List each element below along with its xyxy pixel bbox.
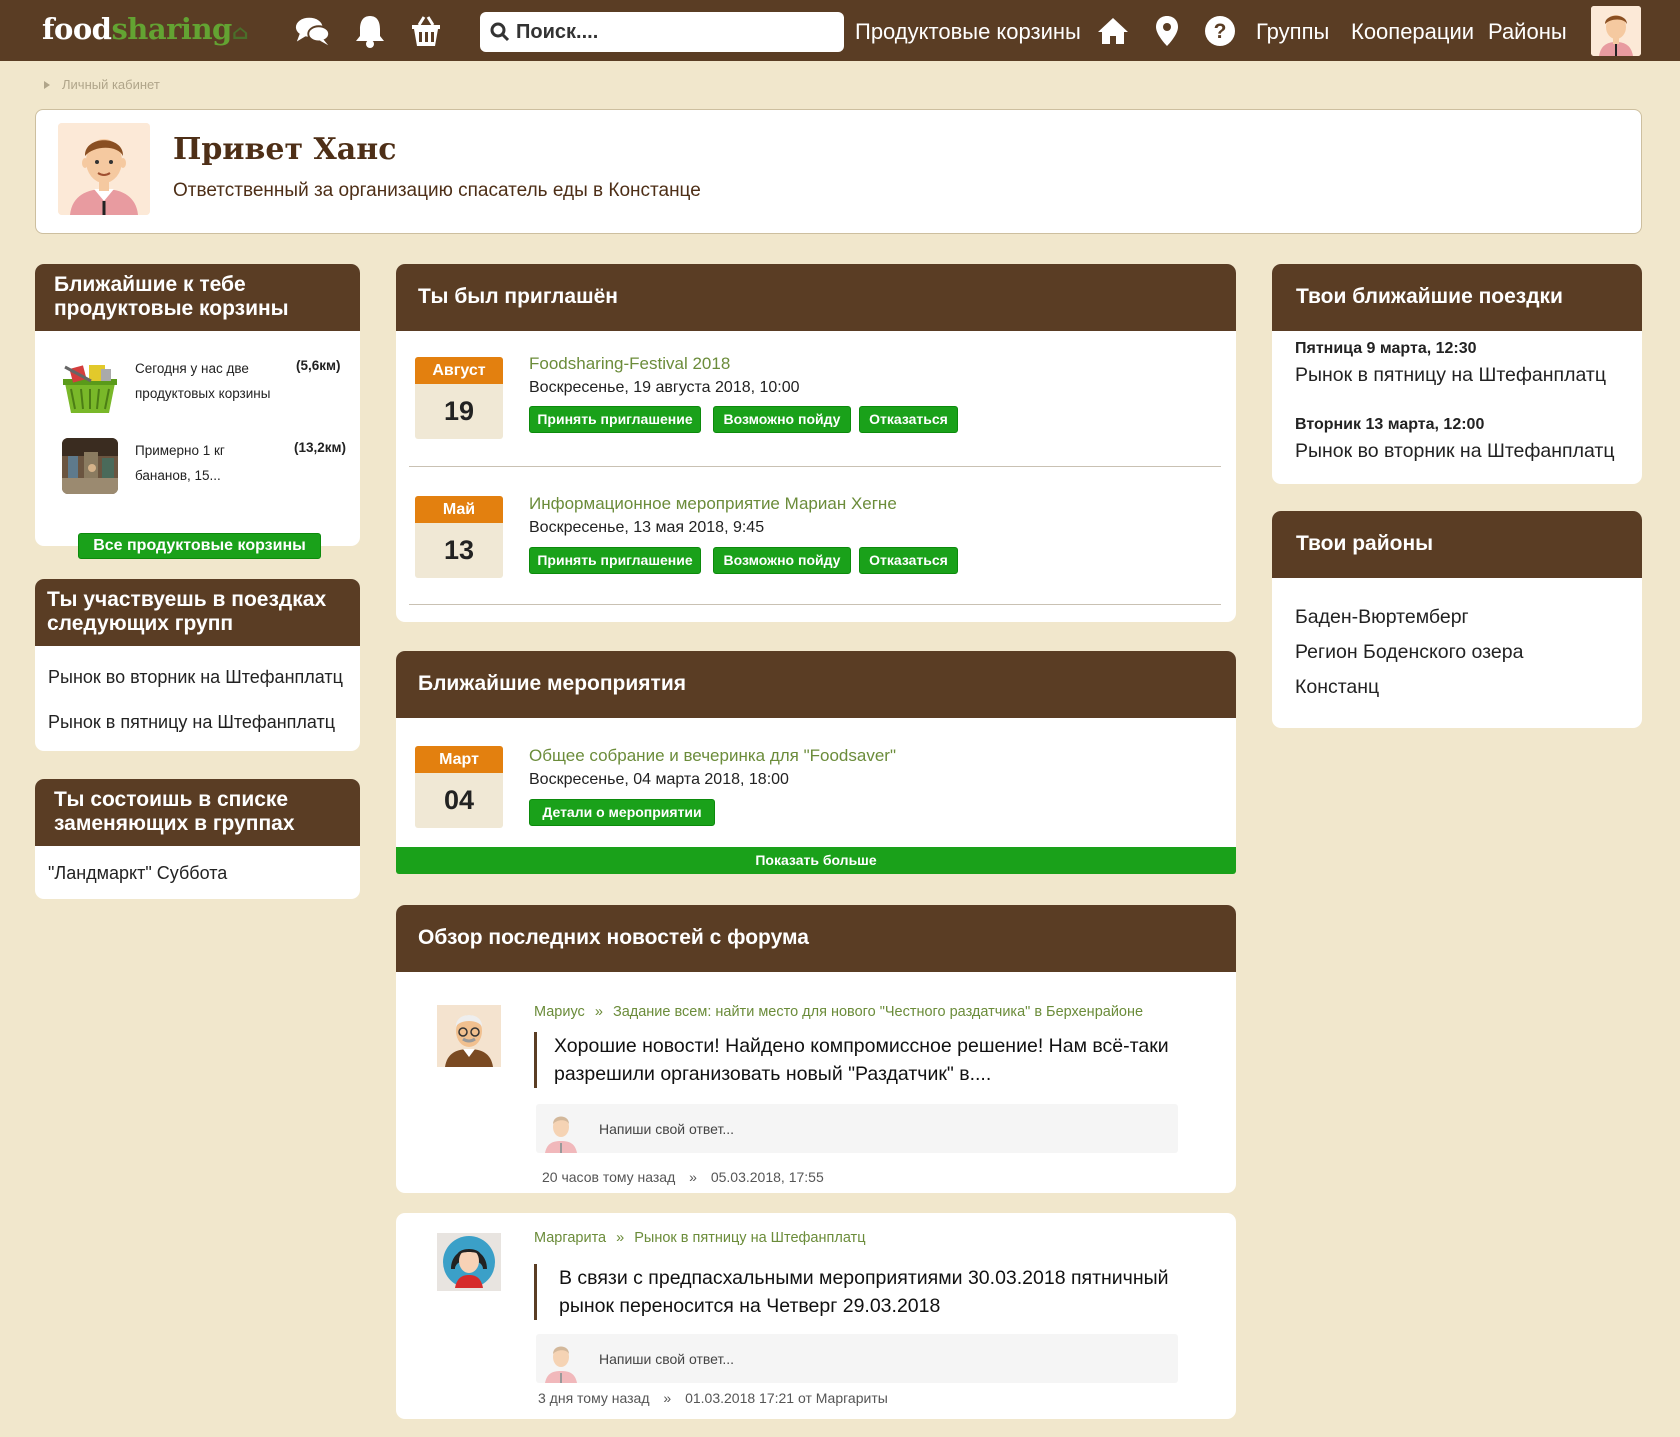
basket-item-text[interactable]: Примерно 1 кг бананов, 15... [135, 438, 225, 488]
welcome-role: Ответственный за организацию спасатель е… [173, 180, 701, 201]
top-navbar: foodsharing⌂ Продуктовые корзины ? Групп… [0, 0, 1680, 61]
trip-datetime: Пятница 9 марта, 12:30 [1295, 340, 1477, 357]
groups-header: Ты участвуешь в поездках следующих групп [35, 579, 360, 646]
search-input[interactable] [516, 18, 834, 46]
forum-author-link[interactable]: Маргарита [534, 1230, 606, 1246]
decline-button[interactable]: Отказаться [859, 406, 958, 433]
invitations-card: Ты был приглашён Август 19 Foodsharing-F… [396, 264, 1236, 622]
basket-item-text[interactable]: Сегодня у нас две продуктовых корзины [135, 356, 270, 406]
nav-groups[interactable]: Группы [1256, 19, 1329, 45]
forum-author-link[interactable]: Мариус [534, 1004, 585, 1020]
search-icon [490, 22, 510, 42]
forum-post-excerpt[interactable]: В связи с предпасхальными мероприятиями … [534, 1264, 1179, 1320]
group-link[interactable]: Рынок в пятницу на Штефанплатц [48, 712, 335, 733]
event-date-badge: Август 19 [415, 357, 503, 439]
event-datetime: Воскресенье, 13 мая 2018, 9:45 [529, 519, 765, 536]
forum-post-meta: Мариус » Задание всем: найти место для н… [534, 1004, 1144, 1020]
event-date-badge: Май 13 [415, 496, 503, 578]
upcoming-events-card: Ближайшие мероприятия Март 04 Общее собр… [396, 651, 1236, 874]
chat-icon[interactable] [294, 13, 332, 49]
reply-avatar [541, 1339, 581, 1383]
forum-post-meta: Маргарита » Рынок в пятницу на Штефанпла… [534, 1230, 866, 1246]
home-icon[interactable] [1094, 13, 1132, 49]
decline-button[interactable]: Отказаться [859, 547, 958, 574]
forum-thread-link[interactable]: Задание всем: найти место для нового "Че… [613, 1004, 1143, 1020]
trip-datetime: Вторник 13 марта, 12:00 [1295, 416, 1485, 433]
region-link[interactable]: Баден-Вюртемберг [1295, 606, 1469, 629]
substitutes-card: Ты состоишь в списке заменяющих в группа… [35, 779, 360, 899]
accept-invitation-button[interactable]: Принять приглашение [529, 406, 701, 433]
basket-thumbnail[interactable] [61, 359, 119, 417]
maybe-button[interactable]: Возможно пойду [713, 547, 851, 574]
upcoming-trips-card: Твои ближайшие поездки Пятница 9 марта, … [1272, 264, 1642, 484]
logo-hat-icon: ⌂ [231, 20, 249, 44]
substitutes-header: Ты состоишь в списке заменяющих в группа… [35, 779, 360, 846]
trip-link[interactable]: Рынок в пятницу на Штефанплатц [1295, 364, 1606, 387]
event-title-link[interactable]: Информационное мероприятие Мариан Хегне [529, 494, 897, 514]
trip-link[interactable]: Рынок во вторник на Штефанплатц [1295, 440, 1615, 463]
forum-author-avatar[interactable] [437, 1233, 501, 1291]
upcoming-events-header: Ближайшие мероприятия [396, 651, 1236, 718]
forum-post-excerpt[interactable]: Хорошие новости! Найдено компромиссное р… [534, 1032, 1174, 1088]
breadcrumb-item[interactable]: Личный кабинет [62, 77, 160, 92]
forum-author-avatar[interactable] [437, 1005, 501, 1067]
show-more-button[interactable]: Показать больше [396, 847, 1236, 874]
welcome-greeting: Привет Ханс [173, 132, 397, 167]
divider [409, 604, 1221, 605]
accept-invitation-button[interactable]: Принять приглашение [529, 547, 701, 574]
foodsharing-logo[interactable]: foodsharing⌂ [42, 12, 249, 46]
nav-cooperations[interactable]: Кооперации [1351, 19, 1474, 45]
all-baskets-button[interactable]: Все продуктовые корзины [78, 533, 321, 559]
breadcrumb: Личный кабинет [44, 77, 160, 92]
nearby-baskets-card: Ближайшие к тебе продуктовые корзины Сег… [35, 264, 360, 546]
invitations-header: Ты был приглашён [396, 264, 1236, 331]
reply-box[interactable]: Напиши свой ответ... [536, 1104, 1178, 1153]
event-datetime: Воскресенье, 04 марта 2018, 18:00 [529, 771, 789, 788]
event-details-button[interactable]: Детали о мероприятии [529, 799, 715, 826]
groups-card: Ты участвуешь в поездках следующих групп… [35, 579, 360, 751]
bell-icon[interactable] [351, 13, 389, 49]
nearby-baskets-header: Ближайшие к тебе продуктовые корзины [35, 264, 360, 331]
user-avatar[interactable] [1591, 6, 1641, 56]
reply-box[interactable]: Напиши свой ответ... [536, 1334, 1178, 1383]
basket-icon[interactable] [407, 13, 445, 49]
nav-districts[interactable]: Районы [1488, 19, 1567, 45]
reply-input-placeholder[interactable]: Напиши свой ответ... [599, 1351, 734, 1367]
basket-distance: (13,2км) [294, 440, 347, 455]
forum-post-card: Маргарита » Рынок в пятницу на Штефанпла… [396, 1213, 1236, 1419]
region-link[interactable]: Регион Боденского озера [1295, 641, 1523, 664]
event-date-badge: Март 04 [415, 746, 503, 828]
forum-post-time: 20 часов тому назад » 05.03.2018, 17:55 [542, 1169, 824, 1185]
nav-baskets[interactable]: Продуктовые корзины [855, 19, 1081, 45]
forum-thread-link[interactable]: Рынок в пятницу на Штефанплатц [634, 1230, 865, 1246]
search-box[interactable] [480, 12, 844, 52]
reply-input-placeholder[interactable]: Напиши свой ответ... [599, 1121, 734, 1137]
welcome-card: Привет Ханс Ответственный за организацию… [35, 109, 1642, 234]
regions-header: Твои районы [1272, 511, 1642, 578]
event-datetime: Воскресенье, 19 августа 2018, 10:00 [529, 379, 800, 396]
forum-news-header: Обзор последних новостей с форума [396, 905, 1236, 972]
regions-card: Твои районы Баден-Вюртемберг Регион Боде… [1272, 511, 1642, 728]
profile-avatar [58, 123, 150, 215]
group-link[interactable]: Рынок во вторник на Штефанплатц [48, 667, 343, 688]
substitute-group-link[interactable]: "Ландмаркт" Суббота [48, 863, 227, 884]
breadcrumb-arrow-icon [44, 81, 50, 89]
event-title-link[interactable]: Общее собрание и вечеринка для "Foodsave… [529, 746, 896, 766]
upcoming-trips-header: Твои ближайшие поездки [1272, 264, 1642, 331]
svg-text:?: ? [1214, 20, 1227, 43]
forum-news-card: Обзор последних новостей с форума Мариус… [396, 905, 1236, 1193]
help-icon[interactable]: ? [1201, 13, 1239, 49]
forum-post-time: 3 дня тому назад » 01.03.2018 17:21 от М… [538, 1390, 888, 1406]
map-marker-icon[interactable] [1148, 13, 1186, 49]
basket-distance: (5,6км) [296, 358, 341, 373]
divider [409, 466, 1221, 467]
event-title-link[interactable]: Foodsharing-Festival 2018 [529, 354, 730, 374]
maybe-button[interactable]: Возможно пойду [713, 406, 851, 433]
region-link[interactable]: Констанц [1295, 676, 1379, 699]
reply-avatar [541, 1109, 581, 1153]
basket-photo[interactable] [62, 438, 118, 494]
